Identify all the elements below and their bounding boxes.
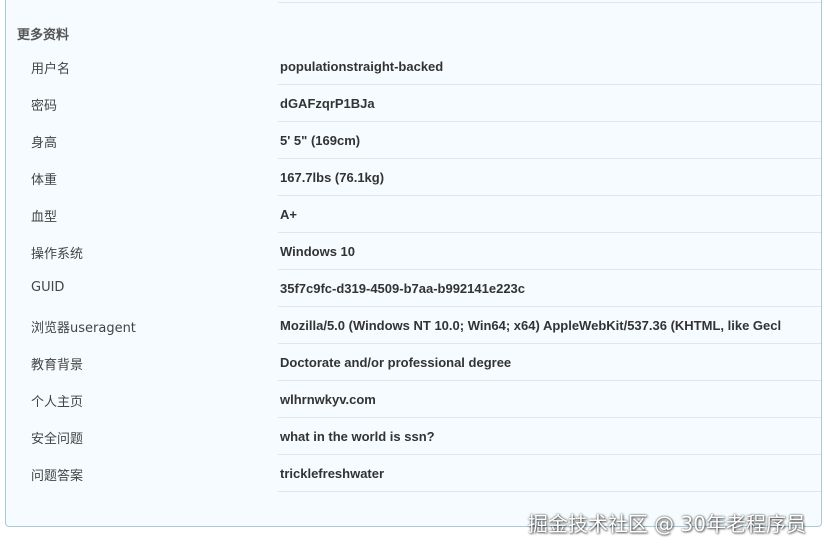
- info-label: 体重: [31, 173, 58, 188]
- section-title: 更多资料: [17, 28, 70, 43]
- info-row-useragent: 浏览器useragent Mozilla/5.0 (Windows NT 10.…: [6, 307, 821, 344]
- info-row-blood-type: 血型 A+: [6, 196, 821, 233]
- info-value: 35f7c9fc-d319-4509-b7aa-b992141e223c: [280, 281, 526, 296]
- info-value: Windows 10: [280, 244, 356, 259]
- info-row-height: 身高 5' 5" (169cm): [6, 122, 821, 159]
- info-label: 操作系统: [31, 247, 84, 262]
- info-row-username: 用户名 populationstraight-backed: [6, 48, 821, 85]
- info-value: Doctorate and/or professional degree: [280, 355, 512, 370]
- info-value: tricklefreshwater: [280, 466, 385, 481]
- info-row-password: 密码 dGAFzqrP1BJa: [6, 85, 821, 122]
- info-value: dGAFzqrP1BJa: [280, 96, 375, 111]
- info-label: 血型: [31, 210, 58, 225]
- info-row-guid: GUID 35f7c9fc-d319-4509-b7aa-b992141e223…: [6, 270, 821, 307]
- info-label: 问题答案: [31, 469, 84, 484]
- info-row-security-answer: 问题答案 tricklefreshwater: [6, 455, 821, 492]
- info-value: what in the world is ssn?: [280, 429, 435, 444]
- info-label: GUID: [31, 280, 65, 295]
- info-value: A+: [280, 207, 297, 222]
- info-label: 浏览器useragent: [31, 321, 136, 336]
- info-label: 用户名: [31, 62, 71, 77]
- info-label: 个人主页: [31, 395, 84, 410]
- info-label: 密码: [31, 99, 58, 114]
- more-info-panel: 更多资料 用户名 populationstraight-backed 密码 dG…: [5, 0, 822, 527]
- info-value: 5' 5" (169cm): [280, 133, 361, 148]
- info-row-education: 教育背景 Doctorate and/or professional degre…: [6, 344, 821, 381]
- top-divider: [278, 2, 821, 3]
- info-row-security-question: 安全问题 what in the world is ssn?: [6, 418, 821, 455]
- row-divider: [278, 491, 821, 492]
- info-row-os: 操作系统 Windows 10: [6, 233, 821, 270]
- info-row-homepage: 个人主页 wlhrnwkyv.com: [6, 381, 821, 418]
- info-label: 教育背景: [31, 358, 84, 373]
- info-value: 167.7lbs (76.1kg): [280, 170, 385, 185]
- info-label: 安全问题: [31, 432, 84, 447]
- info-row-weight: 体重 167.7lbs (76.1kg): [6, 159, 821, 196]
- watermark: 掘金技术社区 @ 30年老程序员: [527, 512, 806, 536]
- info-list: 用户名 populationstraight-backed 密码 dGAFzqr…: [6, 48, 821, 492]
- info-value: populationstraight-backed: [280, 59, 444, 74]
- info-value: wlhrnwkyv.com: [280, 392, 376, 407]
- info-label: 身高: [31, 136, 58, 151]
- info-value: Mozilla/5.0 (Windows NT 10.0; Win64; x64…: [280, 318, 782, 333]
